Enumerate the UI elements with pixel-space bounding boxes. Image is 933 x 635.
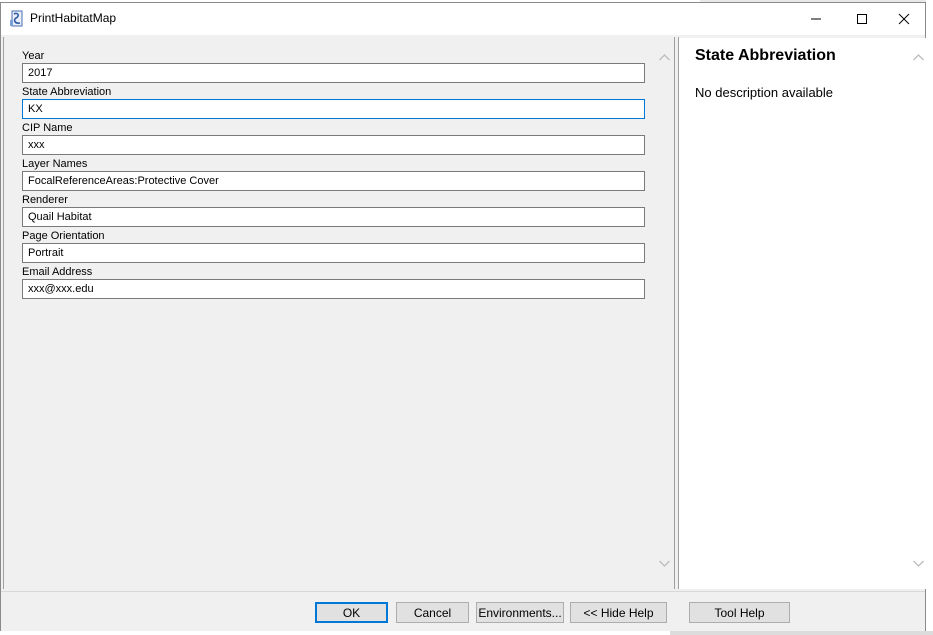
help-scroll-up-icon[interactable] <box>912 53 925 62</box>
maximize-icon <box>857 14 867 24</box>
hide-help-button[interactable]: << Hide Help <box>570 602 667 623</box>
state-abbreviation-label: State Abbreviation <box>22 86 112 98</box>
dialog-button-bar: OK Cancel Environments... << Hide Help T… <box>1 591 925 631</box>
state-abbreviation-input[interactable]: KX <box>22 99 645 119</box>
cip-name-label: CIP Name <box>22 122 73 134</box>
help-title: State Abbreviation <box>695 47 836 64</box>
cip-name-input[interactable]: xxx <box>22 135 645 155</box>
minimize-button[interactable] <box>793 3 839 35</box>
email-address-input[interactable]: xxx@xxx.edu <box>22 279 645 299</box>
email-address-label: Email Address <box>22 266 93 278</box>
help-description: No description available <box>695 85 834 100</box>
maximize-button[interactable] <box>839 3 885 35</box>
background-text-strip <box>926 0 933 635</box>
help-scroll-down-icon[interactable] <box>912 559 925 568</box>
renderer-label: Renderer <box>22 194 68 206</box>
year-label: Year <box>22 50 45 62</box>
tool-help-button[interactable]: Tool Help <box>689 602 790 623</box>
close-icon <box>898 13 910 25</box>
renderer-input[interactable]: Quail Habitat <box>22 207 645 227</box>
page-orientation-label: Page Orientation <box>22 230 105 242</box>
print-habitat-map-dialog: PrintHabitatMap Year 2017 State Abbrevia… <box>0 2 927 631</box>
help-scrollbar[interactable] <box>911 38 927 589</box>
environments-button[interactable]: Environments... <box>476 602 564 623</box>
scroll-up-icon[interactable] <box>658 53 671 62</box>
ok-button[interactable]: OK <box>315 602 388 623</box>
year-input[interactable]: 2017 <box>22 63 645 83</box>
python-script-icon <box>9 10 25 28</box>
parameters-scrollbar[interactable] <box>656 37 673 589</box>
title-bar: PrintHabitatMap <box>1 3 925 35</box>
scroll-down-icon[interactable] <box>658 559 671 568</box>
layer-names-input[interactable]: FocalReferenceAreas:Protective Cover <box>22 171 645 191</box>
window-title: PrintHabitatMap <box>30 11 117 25</box>
background-bottom-edge <box>670 631 933 635</box>
help-pane: State Abbreviation No description availa… <box>679 38 911 589</box>
close-button[interactable] <box>881 3 927 35</box>
parameters-pane <box>3 37 657 589</box>
minimize-icon <box>811 18 821 20</box>
cancel-button[interactable]: Cancel <box>396 602 469 623</box>
layer-names-label: Layer Names <box>22 158 88 170</box>
page-orientation-input[interactable]: Portrait <box>22 243 645 263</box>
